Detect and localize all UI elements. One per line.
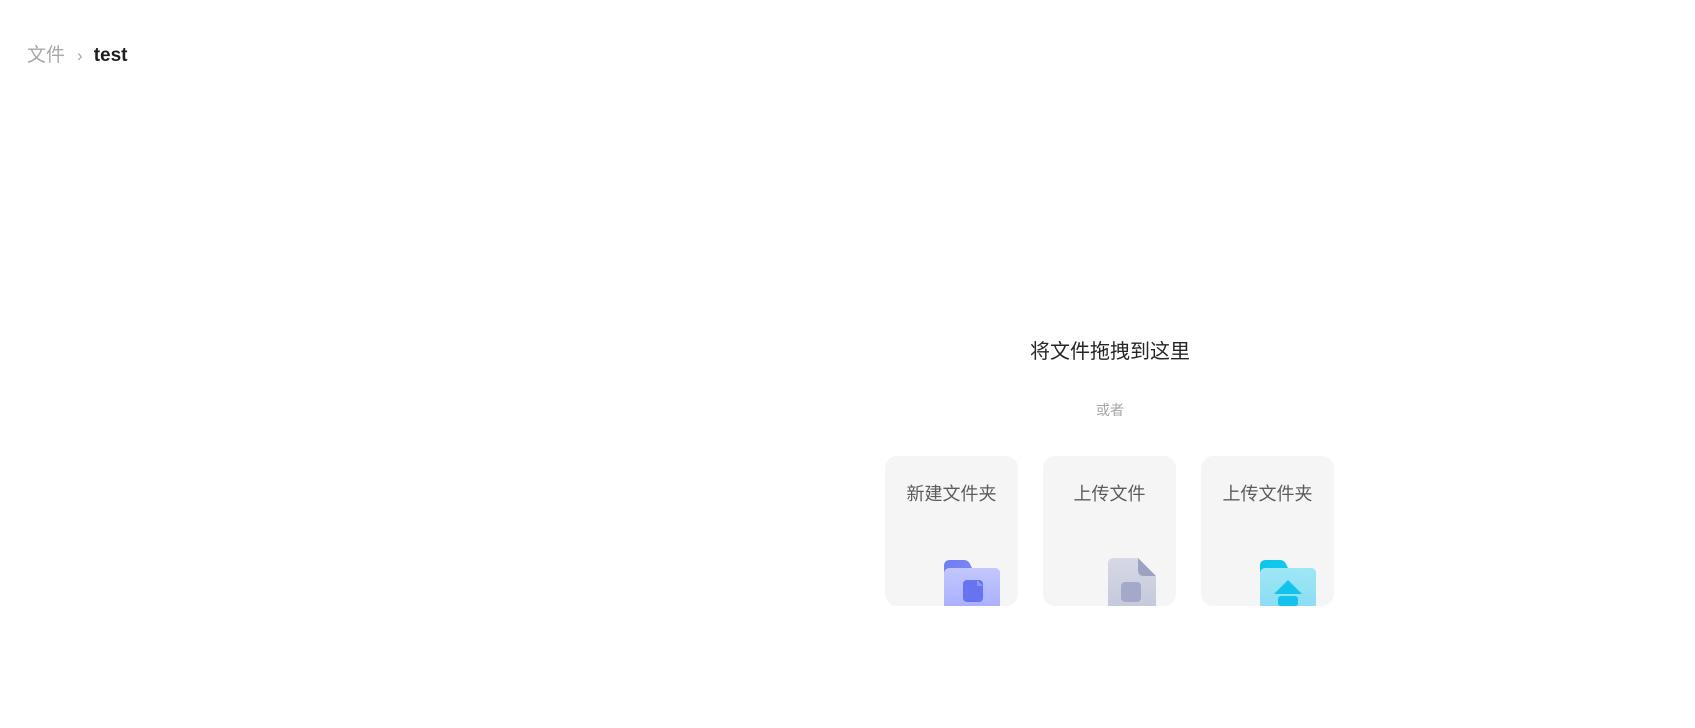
action-cards: 新建文件夹 上传文件 上传文件夹	[885, 456, 1335, 606]
upload-folder-button[interactable]: 上传文件夹	[1201, 456, 1334, 606]
drop-zone-title: 将文件拖拽到这里	[1030, 341, 1190, 363]
breadcrumb-current-folder: test	[93, 45, 128, 66]
breadcrumb: 文件 › test	[27, 44, 127, 68]
upload-file-label: 上传文件	[1073, 484, 1146, 504]
new-folder-icon	[944, 560, 1000, 606]
upload-folder-label: 上传文件夹	[1222, 484, 1313, 504]
new-folder-label: 新建文件夹	[906, 484, 997, 504]
drop-zone-or-text: 或者	[1096, 402, 1124, 418]
new-folder-button[interactable]: 新建文件夹	[885, 456, 1018, 606]
breadcrumb-separator: ›	[77, 46, 83, 65]
file-browser-page: 文件 › test 将文件拖拽到这里 或者 新建文件夹 上传文件 上传文件夹	[0, 0, 1695, 728]
upload-file-icon	[1108, 558, 1156, 606]
breadcrumb-root-link[interactable]: 文件	[27, 44, 65, 68]
upload-file-button[interactable]: 上传文件	[1043, 456, 1176, 606]
upload-folder-icon	[1260, 560, 1316, 606]
